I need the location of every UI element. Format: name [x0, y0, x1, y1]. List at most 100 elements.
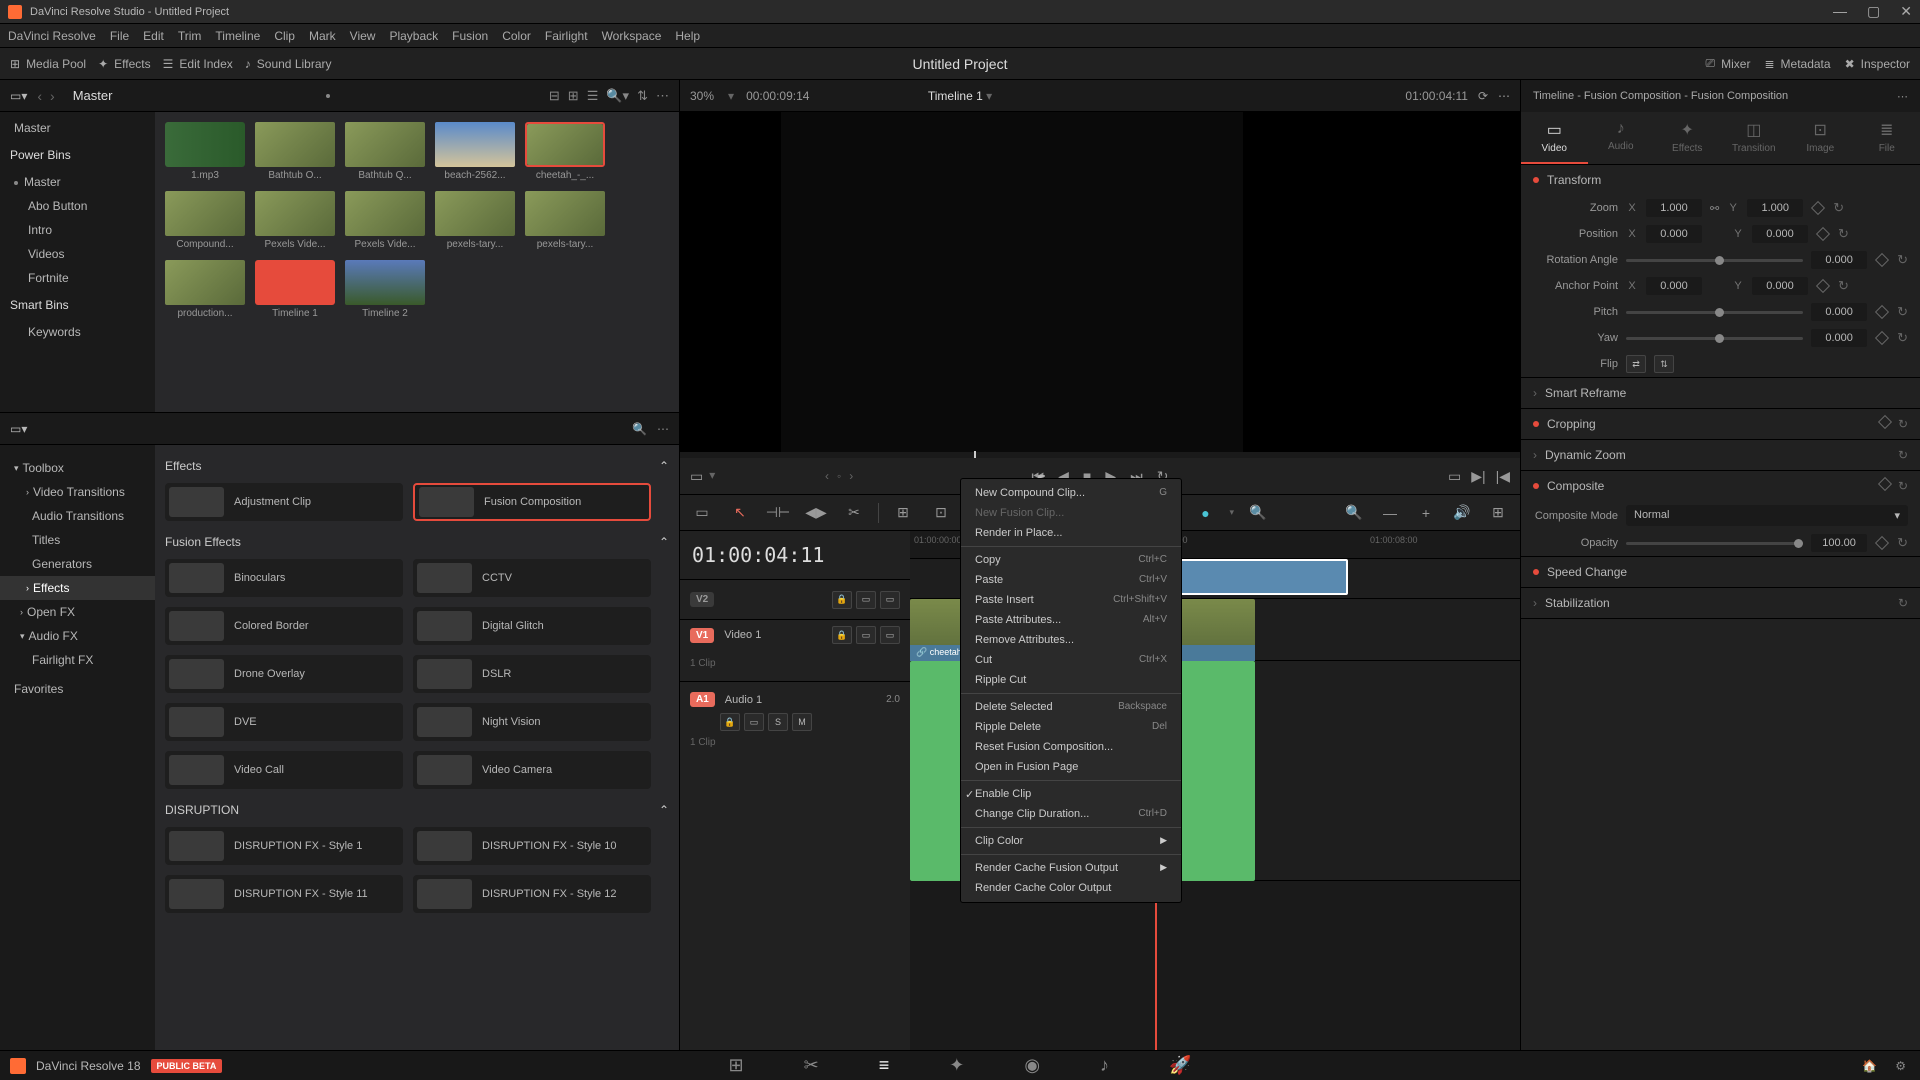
- fx-binoculars[interactable]: Binoculars: [165, 559, 403, 597]
- fx-toolbox[interactable]: ▾Toolbox: [0, 451, 155, 480]
- sec-composite[interactable]: Composite↻: [1521, 471, 1920, 501]
- page-edit[interactable]: ≡: [879, 1055, 890, 1076]
- sort-icon[interactable]: ⇅: [637, 88, 648, 104]
- menu-edit[interactable]: Edit: [143, 29, 164, 43]
- menu-timeline[interactable]: Timeline: [215, 29, 260, 43]
- menu-davinci[interactable]: DaVinci Resolve: [8, 29, 96, 43]
- fx-drone[interactable]: Drone Overlay: [165, 655, 403, 693]
- anchor-y[interactable]: 0.000: [1752, 277, 1808, 295]
- page-media[interactable]: ⊞: [729, 1055, 744, 1076]
- tool-blade[interactable]: ✂: [840, 499, 868, 527]
- inspector-more-icon[interactable]: ⋯: [1897, 90, 1908, 103]
- fx-colored-border[interactable]: Colored Border: [165, 607, 403, 645]
- v1-mute[interactable]: ▭: [880, 626, 900, 644]
- tool-zoom[interactable]: 🔍: [1244, 499, 1272, 527]
- search-icon[interactable]: 🔍▾: [606, 88, 629, 104]
- reset-icon[interactable]: ↻: [1897, 252, 1908, 268]
- pitch-slider[interactable]: [1626, 311, 1803, 314]
- zoom-dropdown-icon[interactable]: ▾: [728, 89, 734, 103]
- flip-h[interactable]: ⇄: [1626, 355, 1646, 373]
- zoom-x[interactable]: 1.000: [1646, 199, 1702, 217]
- tool-select[interactable]: ↖: [726, 499, 754, 527]
- ctx-ripple-cut[interactable]: Ripple Cut: [961, 670, 1181, 690]
- out-icon[interactable]: |◀: [1496, 468, 1510, 485]
- fx-disruption-1[interactable]: DISRUPTION FX - Style 1: [165, 827, 403, 865]
- anchor-x[interactable]: 0.000: [1646, 277, 1702, 295]
- fx-camera[interactable]: Video Camera: [413, 751, 651, 789]
- fx-search-icon[interactable]: 🔍: [632, 422, 647, 436]
- flip-v[interactable]: ⇅: [1654, 355, 1674, 373]
- sidebar-bin-master[interactable]: Master: [0, 170, 155, 194]
- zoom-y[interactable]: 1.000: [1747, 199, 1803, 217]
- kf-icon[interactable]: [1811, 201, 1825, 215]
- a1-lock[interactable]: 🔒: [720, 713, 740, 731]
- fx-more-icon[interactable]: ⋯: [657, 422, 669, 436]
- ctx-reset-fusion[interactable]: Reset Fusion Composition...: [961, 737, 1181, 757]
- fx-disruption-11[interactable]: DISRUPTION FX - Style 11: [165, 875, 403, 913]
- nav-fwd-icon[interactable]: ›: [50, 88, 55, 104]
- fx-audiofx[interactable]: ▾Audio FX: [0, 624, 155, 648]
- tool-overwrite[interactable]: ⊡: [927, 499, 955, 527]
- fx-disruption-12[interactable]: DISRUPTION FX - Style 12: [413, 875, 651, 913]
- kf-icon[interactable]: [1816, 227, 1830, 241]
- effects-toggle[interactable]: ✦Effects: [98, 57, 151, 71]
- settings-icon[interactable]: ⚙: [1895, 1059, 1906, 1073]
- clip-item[interactable]: Pexels Vide...: [345, 191, 425, 250]
- track-a1-badge[interactable]: A1: [690, 692, 715, 707]
- clip-item[interactable]: cheetah_-_...: [525, 122, 605, 181]
- rot-val[interactable]: 0.000: [1811, 251, 1867, 269]
- menu-trim[interactable]: Trim: [178, 29, 202, 43]
- sidebar-videos[interactable]: Videos: [0, 242, 155, 266]
- editindex-toggle[interactable]: ☰Edit Index: [163, 57, 233, 71]
- a1-enable[interactable]: ▭: [744, 713, 764, 731]
- fx-dslr[interactable]: DSLR: [413, 655, 651, 693]
- ctx-render-place[interactable]: Render in Place...: [961, 523, 1181, 543]
- fx-cctv[interactable]: CCTV: [413, 559, 651, 597]
- reset-icon[interactable]: ↻: [1838, 278, 1849, 294]
- prev-edit-icon[interactable]: ‹: [825, 469, 829, 483]
- fx-fairlight[interactable]: Fairlight FX: [0, 648, 155, 672]
- menu-file[interactable]: File: [110, 29, 129, 43]
- ctx-enable-clip[interactable]: ✓Enable Clip: [961, 784, 1181, 804]
- page-color[interactable]: ◉: [1024, 1055, 1040, 1076]
- menu-fusion[interactable]: Fusion: [452, 29, 488, 43]
- collapse-icon[interactable]: ⌃: [659, 535, 669, 549]
- clip-item[interactable]: Bathtub Q...: [345, 122, 425, 181]
- menu-fairlight[interactable]: Fairlight: [545, 29, 588, 43]
- ctx-remove-attr[interactable]: Remove Attributes...: [961, 630, 1181, 650]
- a1-mute[interactable]: M: [792, 713, 812, 731]
- page-deliver[interactable]: 🚀: [1169, 1055, 1191, 1076]
- clip-item[interactable]: production...: [165, 260, 245, 319]
- match-frame-icon[interactable]: ▭: [1448, 468, 1461, 485]
- sec-speed[interactable]: Speed Change: [1521, 557, 1920, 587]
- link-icon[interactable]: ⚯: [1710, 202, 1719, 215]
- more-icon[interactable]: ⋯: [656, 88, 669, 104]
- clip-item[interactable]: 1.mp3: [165, 122, 245, 181]
- reset-icon[interactable]: ↻: [1897, 535, 1908, 551]
- clip-item[interactable]: Bathtub O...: [255, 122, 335, 181]
- ctx-copy[interactable]: CopyCtrl+C: [961, 550, 1181, 570]
- sidebar-intro[interactable]: Intro: [0, 218, 155, 242]
- zoom-value[interactable]: 30%: [690, 89, 714, 103]
- clip-item[interactable]: Timeline 2: [345, 260, 425, 319]
- composite-mode-select[interactable]: Normal▾: [1626, 505, 1908, 526]
- yaw-val[interactable]: 0.000: [1811, 329, 1867, 347]
- v2-lock[interactable]: 🔒: [832, 591, 852, 609]
- inspector-toggle[interactable]: ✖Inspector: [1845, 56, 1910, 71]
- tool-dynamic[interactable]: ◀▶: [802, 499, 830, 527]
- reset-icon[interactable]: ↻: [1838, 226, 1849, 242]
- nav-back-icon[interactable]: ‹: [37, 88, 42, 104]
- viewer-sync-icon[interactable]: ⟳: [1478, 89, 1488, 103]
- viewer[interactable]: [680, 112, 1520, 452]
- tab-audio[interactable]: ♪Audio: [1588, 112, 1655, 164]
- pos-y[interactable]: 0.000: [1752, 225, 1808, 243]
- fx-night[interactable]: Night Vision: [413, 703, 651, 741]
- clip-item[interactable]: beach-2562...: [435, 122, 515, 181]
- fx-digital-glitch[interactable]: Digital Glitch: [413, 607, 651, 645]
- fx-fusion-comp[interactable]: Fusion Composition: [413, 483, 651, 521]
- crop-dropdown[interactable]: ▾: [709, 468, 715, 485]
- reset-icon[interactable]: ↻: [1897, 330, 1908, 346]
- ctx-cut[interactable]: CutCtrl+X: [961, 650, 1181, 670]
- clip-item[interactable]: Compound...: [165, 191, 245, 250]
- sidebar-keywords[interactable]: Keywords: [0, 320, 155, 344]
